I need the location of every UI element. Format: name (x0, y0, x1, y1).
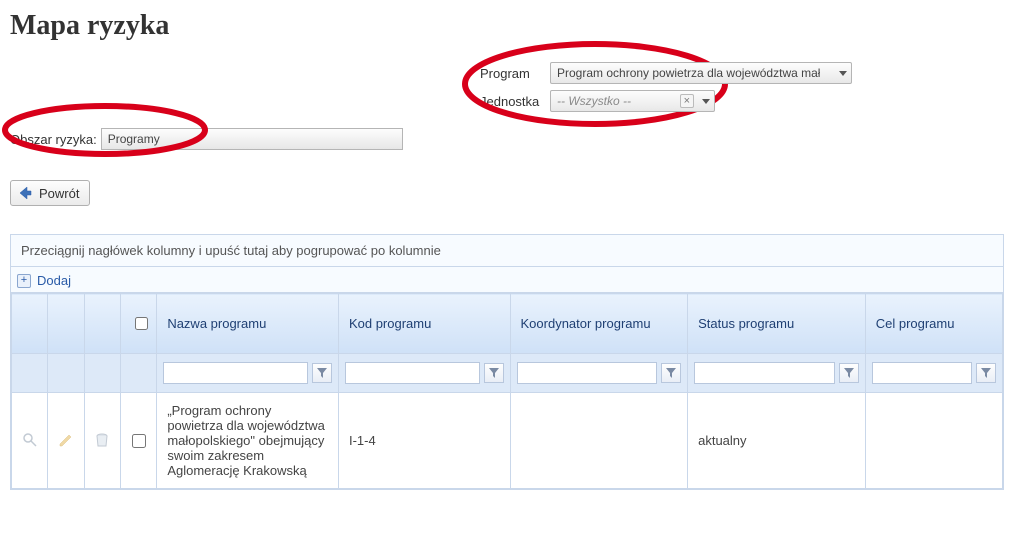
filter-icon[interactable] (312, 363, 332, 383)
filter-icon[interactable] (661, 363, 681, 383)
column-header-delete (84, 294, 120, 354)
cell-status: aktualny (688, 393, 866, 489)
filter-input-kod[interactable] (345, 362, 480, 384)
cell-koordynator (510, 393, 688, 489)
column-header-cel[interactable]: Cel programu (865, 294, 1002, 354)
data-grid: Przeciągnij nagłówek kolumny i upuść tut… (10, 234, 1004, 490)
obszar-value: Programy (108, 132, 160, 146)
program-dropdown[interactable]: Program ochrony powietrza dla województw… (550, 62, 852, 84)
chevron-down-icon (702, 99, 710, 104)
column-header-status[interactable]: Status programu (688, 294, 866, 354)
obszar-dropdown[interactable]: Programy (101, 128, 403, 150)
filter-icon[interactable] (839, 363, 859, 383)
cell-kod: I-1-4 (338, 393, 510, 489)
group-by-hint[interactable]: Przeciągnij nagłówek kolumny i upuść tut… (11, 235, 1003, 267)
filter-input-cel[interactable] (872, 362, 972, 384)
arrow-left-icon (17, 185, 33, 201)
table-row: „Program ochrony powietrza dla województ… (12, 393, 1003, 489)
column-header-koordynator[interactable]: Koordynator programu (510, 294, 688, 354)
edit-icon[interactable] (56, 430, 76, 450)
jednostka-placeholder: -- Wszystko -- (557, 94, 631, 108)
select-all-checkbox[interactable] (135, 317, 148, 330)
chevron-down-icon (839, 71, 847, 76)
filter-input-nazwa[interactable] (163, 362, 308, 384)
filter-icon[interactable] (976, 363, 996, 383)
add-button[interactable]: + Dodaj (17, 273, 71, 288)
column-header-select[interactable] (120, 294, 156, 354)
delete-icon[interactable] (92, 430, 112, 450)
jednostka-dropdown[interactable]: -- Wszystko -- × (550, 90, 715, 112)
plus-icon: + (17, 274, 31, 288)
page-title: Mapa ryzyka (10, 10, 1004, 42)
add-button-label: Dodaj (37, 273, 71, 288)
program-label: Program (480, 66, 550, 81)
column-header-kod[interactable]: Kod programu (338, 294, 510, 354)
column-header-view (12, 294, 48, 354)
filter-icon[interactable] (484, 363, 504, 383)
filter-input-status[interactable] (694, 362, 835, 384)
filter-input-koordynator[interactable] (517, 362, 658, 384)
obszar-label: Obszar ryzyka: (10, 132, 97, 147)
view-icon[interactable] (20, 430, 40, 450)
cell-nazwa: „Program ochrony powietrza dla województ… (157, 393, 339, 489)
column-header-edit (48, 294, 84, 354)
row-select-checkbox[interactable] (132, 434, 146, 448)
back-button-label: Powrót (39, 186, 79, 201)
jednostka-label: Jednostka (480, 94, 550, 109)
program-value: Program ochrony powietrza dla województw… (557, 66, 820, 80)
column-header-nazwa[interactable]: Nazwa programu (157, 294, 339, 354)
back-button[interactable]: Powrót (10, 180, 90, 206)
cell-cel (865, 393, 1002, 489)
clear-icon[interactable]: × (680, 94, 694, 108)
